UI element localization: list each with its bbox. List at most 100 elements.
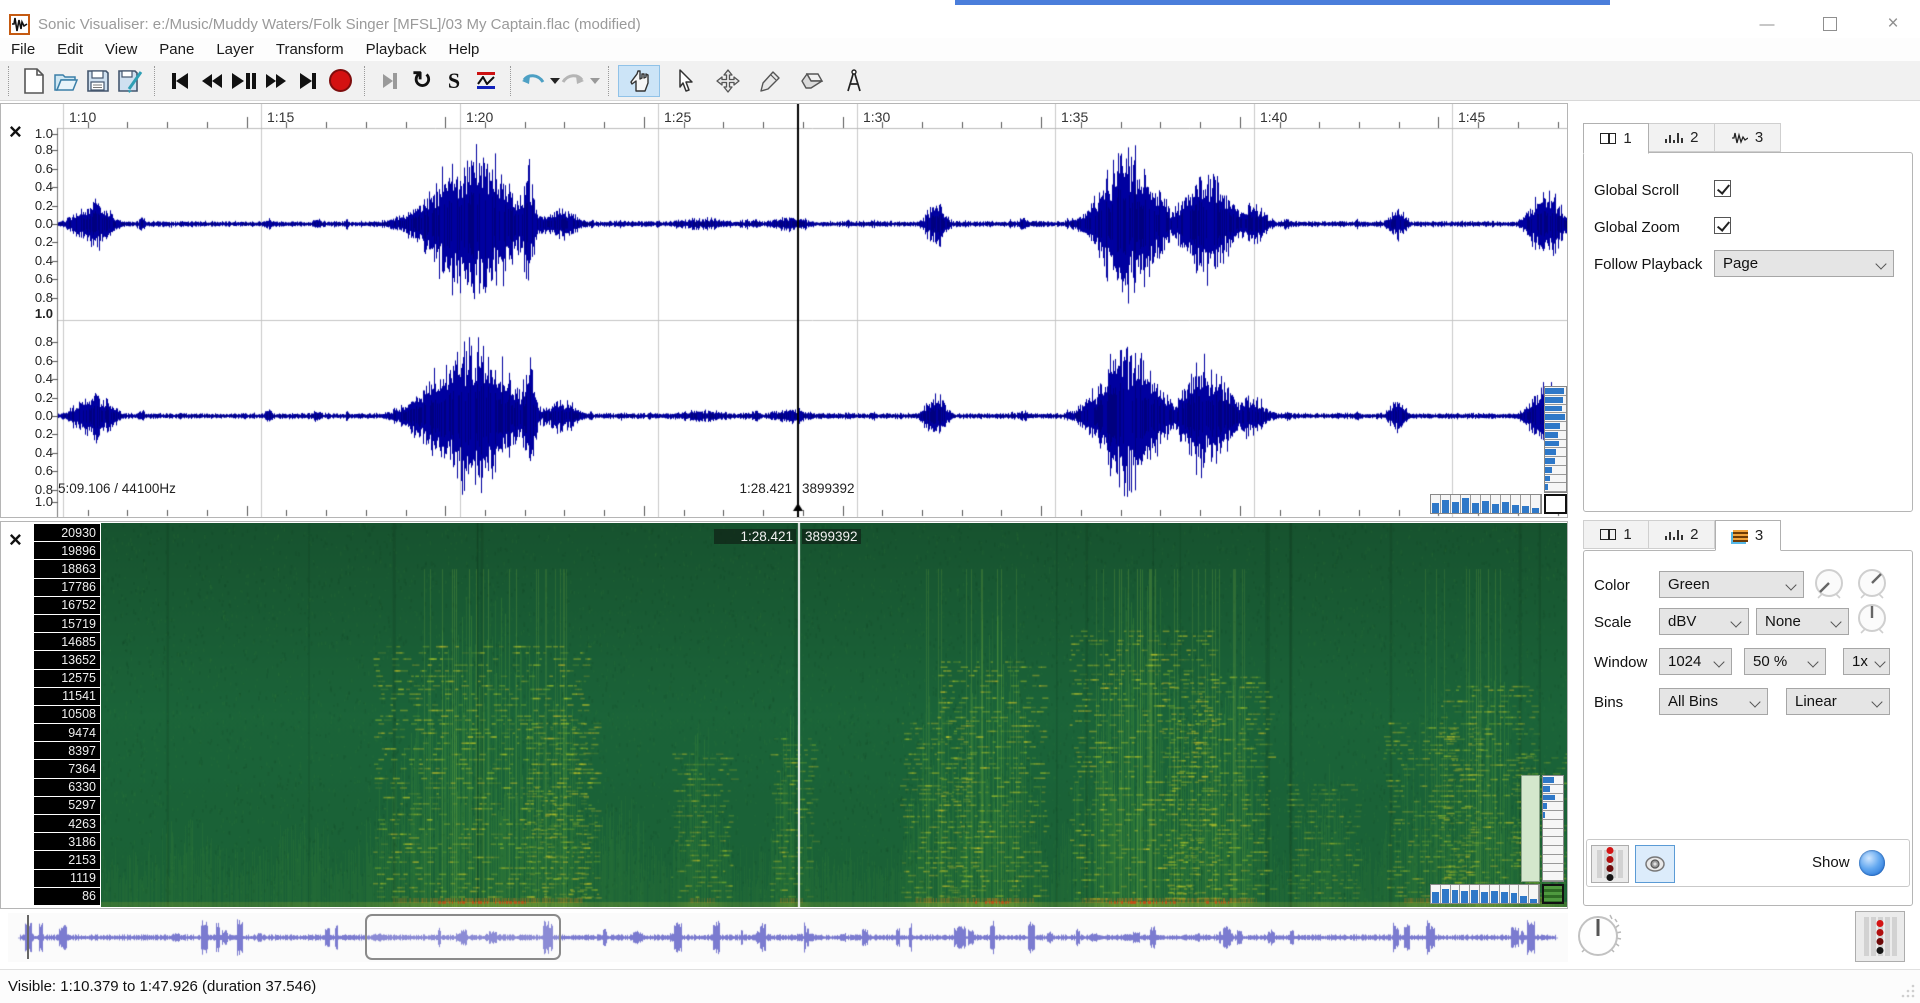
record-button[interactable] (324, 65, 356, 97)
spectrogram-properties-box: Color Green Scale dBV None Window (1583, 550, 1913, 906)
toolbar-separator (510, 66, 512, 96)
follow-playback-select[interactable]: Page (1714, 250, 1894, 277)
amplitude-label: 0.6 (1, 271, 53, 286)
horizontal-zoom-widget[interactable] (1430, 494, 1542, 514)
draw-tool-button[interactable] (754, 65, 786, 97)
undo-button[interactable] (520, 65, 560, 97)
playback-speed-knob[interactable] (1570, 908, 1626, 969)
vertical-zoom-reset-button[interactable] (1544, 494, 1567, 514)
window-overlap-value: 50 % (1753, 653, 1787, 670)
bins-scale-select[interactable]: Linear (1786, 688, 1890, 715)
amplitude-label: 0.4 (1, 445, 53, 460)
tab-spectrogram-layer[interactable]: 3 (1715, 520, 1781, 551)
menu-file[interactable]: File (0, 38, 46, 61)
overview-waveform-canvas[interactable] (8, 913, 1568, 962)
new-session-button[interactable] (18, 65, 50, 97)
edit-tool-button[interactable] (712, 65, 744, 97)
rewind-button[interactable] (196, 65, 228, 97)
app-icon (9, 14, 30, 35)
tab-waveform-layer[interactable]: 2 (1649, 520, 1715, 549)
frequency-label: 10508 (34, 706, 100, 724)
chevron-down-icon (1874, 656, 1885, 667)
playback-level-button[interactable] (1855, 911, 1905, 962)
close-pane-icon[interactable]: × (9, 532, 22, 548)
spectrogram-canvas[interactable] (101, 523, 1567, 907)
global-scroll-checkbox[interactable] (1714, 180, 1731, 197)
vertical-zoom-widget[interactable] (1544, 386, 1567, 493)
gain-knob[interactable] (1809, 565, 1849, 605)
solo-button[interactable]: S (438, 65, 470, 97)
loop-button[interactable]: ↻ (406, 65, 438, 97)
tab-pane-properties[interactable]: 1 (1583, 123, 1649, 154)
scale-label: Scale (1594, 614, 1632, 631)
menu-help[interactable]: Help (438, 38, 491, 61)
frequency-label: 3186 (34, 833, 100, 851)
save-session-button[interactable] (82, 65, 114, 97)
vertical-zoom-reset-button[interactable] (1542, 884, 1564, 904)
scale-select[interactable]: dBV (1659, 608, 1749, 635)
select-tool-button[interactable] (670, 65, 702, 97)
bins-label: Bins (1594, 694, 1623, 711)
menu-layer[interactable]: Layer (205, 38, 265, 61)
title-bar[interactable]: Sonic Visualiser: e:/Music/Muddy Waters/… (0, 5, 1920, 38)
frequency-label: 2153 (34, 851, 100, 869)
fast-forward-button[interactable] (260, 65, 292, 97)
horizontal-zoom-widget[interactable] (1430, 884, 1540, 904)
vertical-zoom-widget[interactable] (1542, 775, 1564, 882)
menu-pane[interactable]: Pane (148, 38, 205, 61)
rewind-to-start-button[interactable] (164, 65, 196, 97)
amplitude-label: 0.4 (1, 371, 53, 386)
layer-fader-button[interactable] (1591, 845, 1629, 883)
undo-menu-caret[interactable] (550, 78, 560, 84)
global-zoom-checkbox[interactable] (1714, 217, 1731, 234)
layer-visibility-button[interactable] (1635, 845, 1675, 883)
spectrogram-pane[interactable]: × 20930198961886317786167521571914685136… (0, 521, 1568, 909)
color-label: Color (1594, 577, 1630, 594)
color-select[interactable]: Green (1659, 571, 1804, 598)
erase-tool-button[interactable] (796, 65, 828, 97)
oversample-select[interactable]: 1x (1843, 648, 1890, 675)
time-ruler-label: 1:40 (1260, 109, 1287, 125)
resize-grip[interactable] (1900, 983, 1916, 999)
playback-start-marker (27, 915, 29, 959)
navigate-tool-button[interactable] (618, 65, 660, 97)
tab-waveform-layer[interactable]: 2 (1649, 123, 1715, 152)
menu-edit[interactable]: Edit (46, 38, 94, 61)
tab-pane-properties[interactable]: 1 (1583, 520, 1649, 549)
window-overlap-select[interactable]: 50 % (1744, 648, 1826, 675)
rotation-knob[interactable] (1852, 599, 1892, 639)
time-ruler-label: 1:20 (466, 109, 493, 125)
pane-icon (1600, 133, 1616, 144)
frequency-label: 17786 (34, 579, 100, 597)
waveform-pane[interactable]: × 1:101:151:201:251:301:351:401:45 1.00.… (0, 103, 1568, 518)
window-size-select[interactable]: 1024 (1659, 648, 1732, 675)
chevron-down-icon (1871, 696, 1882, 707)
align-button[interactable] (470, 65, 502, 97)
menu-playback[interactable]: Playback (355, 38, 438, 61)
chevron-down-icon (1713, 656, 1724, 667)
amplitude-label: 1.0 (1, 306, 53, 321)
menu-view[interactable]: View (94, 38, 148, 61)
measure-tool-button[interactable] (838, 65, 870, 97)
bins-select[interactable]: All Bins (1659, 688, 1768, 715)
skip-to-end-button[interactable] (292, 65, 324, 97)
tab-label: 1 (1623, 526, 1631, 543)
minimize-button[interactable]: — (1752, 11, 1782, 37)
overview-panner[interactable] (8, 913, 1568, 962)
save-session-as-button[interactable] (114, 65, 146, 97)
show-toggle-led[interactable] (1859, 850, 1885, 876)
waveform-icon (1732, 132, 1748, 144)
frequency-label: 13652 (34, 651, 100, 669)
menu-transform[interactable]: Transform (265, 38, 355, 61)
maximize-button[interactable] (1815, 11, 1845, 37)
waveform-canvas[interactable] (1, 104, 1567, 517)
view-region-box[interactable] (365, 914, 561, 960)
redo-button[interactable] (560, 65, 600, 97)
normalize-select[interactable]: None (1756, 608, 1849, 635)
open-button[interactable] (50, 65, 82, 97)
close-button[interactable]: × (1878, 11, 1908, 37)
redo-menu-caret[interactable] (590, 78, 600, 84)
tab-spectrogram-layer[interactable]: 3 (1715, 123, 1781, 152)
play-pause-button[interactable] (228, 65, 260, 97)
play-selection-button[interactable] (374, 65, 406, 97)
